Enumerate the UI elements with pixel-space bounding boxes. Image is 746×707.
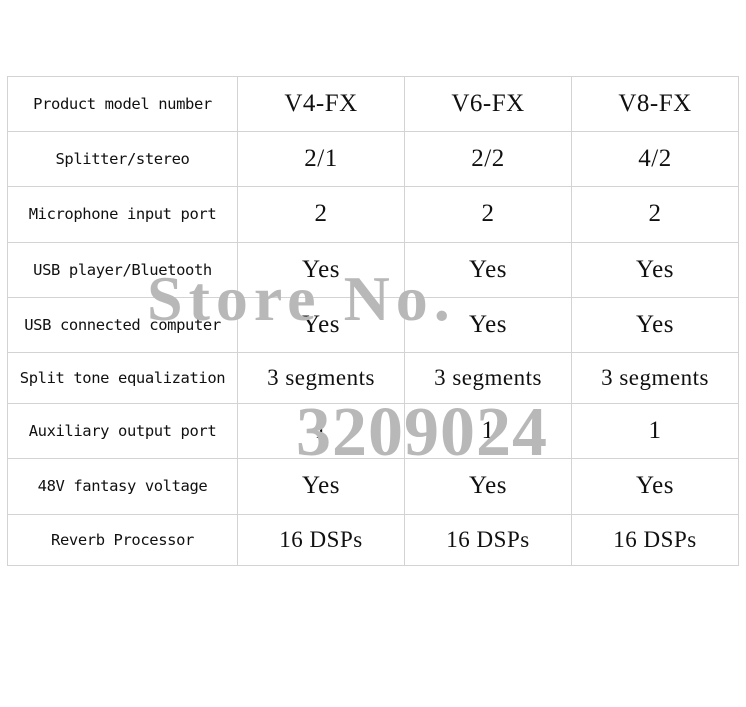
cell-v4-microphone-input-port: 2 [237,186,405,243]
cell-v4-splitter-stereo: 2/1 [237,131,405,188]
cell-v8-usb-player-bluetooth: Yes [571,241,739,298]
cell-v8-48v-fantasy-voltage: Yes [571,458,739,515]
cell-v4-48v-fantasy-voltage: Yes [237,458,405,515]
row-label-48v-fantasy-voltage: 48V fantasy voltage [7,458,238,515]
cell-v6-usb-player-bluetooth: Yes [404,241,572,298]
cell-v6-usb-connected-computer: Yes [404,296,572,353]
cell-v6-splitter-stereo: 2/2 [404,131,572,188]
row-label-split-tone-equalization: Split tone equalization [7,351,238,405]
table-body: Product model number V4-FX V6-FX V8-FX S… [7,75,739,567]
cell-v6-split-tone-equalization: 3 segments [404,351,572,405]
row-label-reverb-processor: Reverb Processor [7,513,238,567]
table-row: Auxiliary output port 1 1 1 [7,403,739,460]
table-row: USB connected computer Yes Yes Yes [7,296,739,353]
cell-v6-microphone-input-port: 2 [404,186,572,243]
table-row: Product model number V4-FX V6-FX V8-FX [7,75,739,133]
specification-table-container: Product model number V4-FX V6-FX V8-FX S… [7,75,739,567]
cell-v4-product-model-number: V4-FX [237,75,405,133]
row-label-auxiliary-output-port: Auxiliary output port [7,403,238,460]
row-label-usb-player-bluetooth: USB player/Bluetooth [7,241,238,298]
cell-v6-reverb-processor: 16 DSPs [404,513,572,567]
table-row: Microphone input port 2 2 2 [7,186,739,243]
row-label-splitter-stereo: Splitter/stereo [7,131,238,188]
cell-v4-reverb-processor: 16 DSPs [237,513,405,567]
row-label-product-model-number: Product model number [7,75,238,133]
cell-v8-splitter-stereo: 4/2 [571,131,739,188]
cell-v8-reverb-processor: 16 DSPs [571,513,739,567]
row-label-usb-connected-computer: USB connected computer [7,296,238,353]
cell-v6-auxiliary-output-port: 1 [404,403,572,460]
table-row: Split tone equalization 3 segments 3 seg… [7,351,739,405]
cell-v6-product-model-number: V6-FX [404,75,572,133]
table-row: USB player/Bluetooth Yes Yes Yes [7,241,739,298]
cell-v4-split-tone-equalization: 3 segments [237,351,405,405]
table-row: Splitter/stereo 2/1 2/2 4/2 [7,131,739,188]
cell-v6-48v-fantasy-voltage: Yes [404,458,572,515]
cell-v8-microphone-input-port: 2 [571,186,739,243]
cell-v8-split-tone-equalization: 3 segments [571,351,739,405]
row-label-microphone-input-port: Microphone input port [7,186,238,243]
table-row: Reverb Processor 16 DSPs 16 DSPs 16 DSPs [7,513,739,567]
table-row: 48V fantasy voltage Yes Yes Yes [7,458,739,515]
cell-v8-auxiliary-output-port: 1 [571,403,739,460]
cell-v4-usb-player-bluetooth: Yes [237,241,405,298]
cell-v8-usb-connected-computer: Yes [571,296,739,353]
product-specification-table: Product model number V4-FX V6-FX V8-FX S… [7,75,739,567]
cell-v4-usb-connected-computer: Yes [237,296,405,353]
cell-v8-product-model-number: V8-FX [571,75,739,133]
cell-v4-auxiliary-output-port: 1 [237,403,405,460]
